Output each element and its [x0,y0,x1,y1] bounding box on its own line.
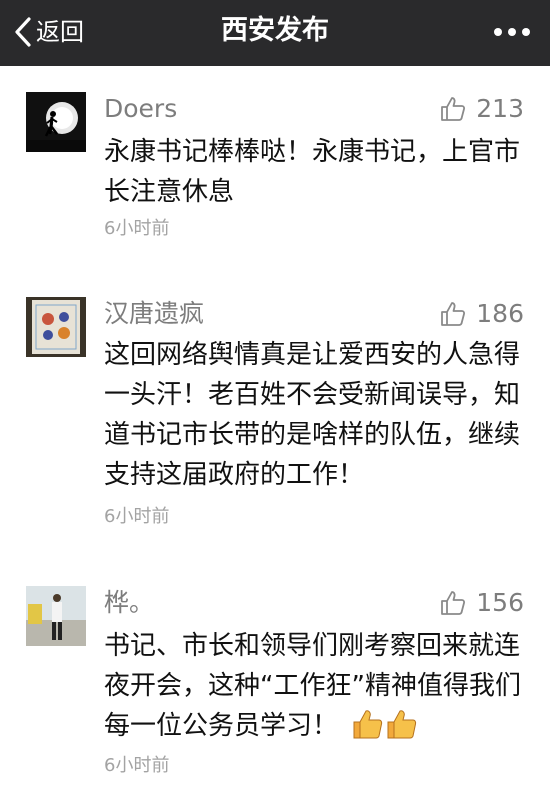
more-dots-icon [494,28,502,36]
comment-time: 6小时前 [104,218,170,239]
comment-time: 6小时前 [104,755,170,776]
avatar[interactable] [26,297,86,357]
like-button[interactable]: 213 [440,94,524,124]
comment-time: 6小时前 [104,506,170,527]
avatar[interactable] [26,586,86,646]
comment-text-body: 书记、市长和领导们刚考察回来就连夜开会，这种“工作狂”精神值得我们每一位公务员学… [104,631,521,741]
comment-item: 桦。 156 书记、市长和领导们刚考察回来就连夜开会，这种“工作狂”精神值得我们… [0,584,550,784]
comment-author[interactable]: 汉唐遗疯 [104,299,204,329]
thumbs-up-outline-icon [441,302,466,326]
comment-text: 永康书记棒棒哒！永康书记，上官市长注意休息 [104,137,521,207]
more-options-button[interactable] [492,20,532,44]
comment-text: 书记、市长和领导们刚考察回来就连夜开会，这种“工作狂”精神值得我们每一位公务员学… [104,626,524,746]
thumbs-up-emoji [353,710,383,739]
avatar-image [26,297,86,357]
back-button[interactable]: 返回 [14,12,84,52]
thumbs-up-outline-icon [441,591,466,615]
avatar-image [26,92,86,152]
like-count: 213 [476,94,524,123]
navigation-bar: 返回 西安发布 [0,0,550,66]
avatar-image [26,586,86,646]
thumbs-up-emoji [387,710,417,739]
comment-item: 汉唐遗疯 186 这回网络舆情真是让爱西安的人急得一头汗！老百姓不会受新闻误导，… [0,295,550,535]
like-button[interactable]: 186 [440,299,524,329]
back-label: 返回 [36,18,84,46]
avatar[interactable] [26,92,86,152]
like-count: 186 [476,299,524,328]
comment-author[interactable]: 桦。 [104,588,154,618]
like-count: 156 [476,588,524,617]
comment-text: 这回网络舆情真是让爱西安的人急得一头汗！老百姓不会受新闻误导，知道书记市长带的是… [104,340,521,490]
like-button[interactable]: 156 [440,588,524,618]
thumbs-up-outline-icon [441,97,466,121]
comment-item: Doers 213 永康书记棒棒哒！永康书记，上官市长注意休息 6小时前 [0,90,550,250]
comment-author[interactable]: Doers [104,94,177,124]
chevron-left-icon [15,17,31,47]
